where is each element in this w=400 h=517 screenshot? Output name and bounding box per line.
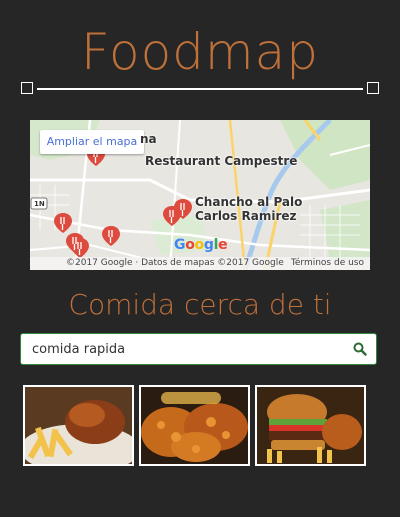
map-place-label: na — [140, 132, 157, 146]
divider-square-left — [21, 82, 33, 94]
map-attribution: ©2017 Google · Datos de mapas ©2017 Goog… — [30, 257, 370, 270]
search-bar[interactable] — [20, 333, 377, 365]
map-place-label: Restaurant Campestre — [145, 154, 298, 168]
map-copyright: ©2017 Google · Datos de mapas ©2017 Goog… — [66, 258, 284, 268]
divider-square-right — [367, 82, 379, 94]
map-embed[interactable]: 1N Ampliar el mapa na Restaurant Campest… — [30, 120, 370, 270]
title-divider — [21, 82, 379, 95]
map-place-label: Carlos Ramirez — [195, 209, 297, 223]
food-thumbnail-fried-chicken[interactable] — [139, 385, 250, 466]
food-thumbnail-roast-chicken[interactable] — [23, 385, 134, 466]
search-input[interactable] — [32, 334, 332, 364]
divider-line — [37, 88, 363, 90]
food-thumbnail-burger[interactable] — [255, 385, 366, 466]
road-shield-label: 1N — [34, 200, 45, 208]
search-icon[interactable] — [353, 342, 367, 356]
map-terms-link[interactable]: Términos de uso — [291, 257, 364, 270]
expand-map-button[interactable]: Ampliar el mapa — [40, 130, 144, 154]
app-title: Foodmap — [81, 23, 319, 81]
section-title: Comida cerca de ti — [68, 288, 332, 321]
google-logo: Google — [174, 237, 228, 253]
map-place-label: Chancho al Palo — [195, 195, 303, 209]
